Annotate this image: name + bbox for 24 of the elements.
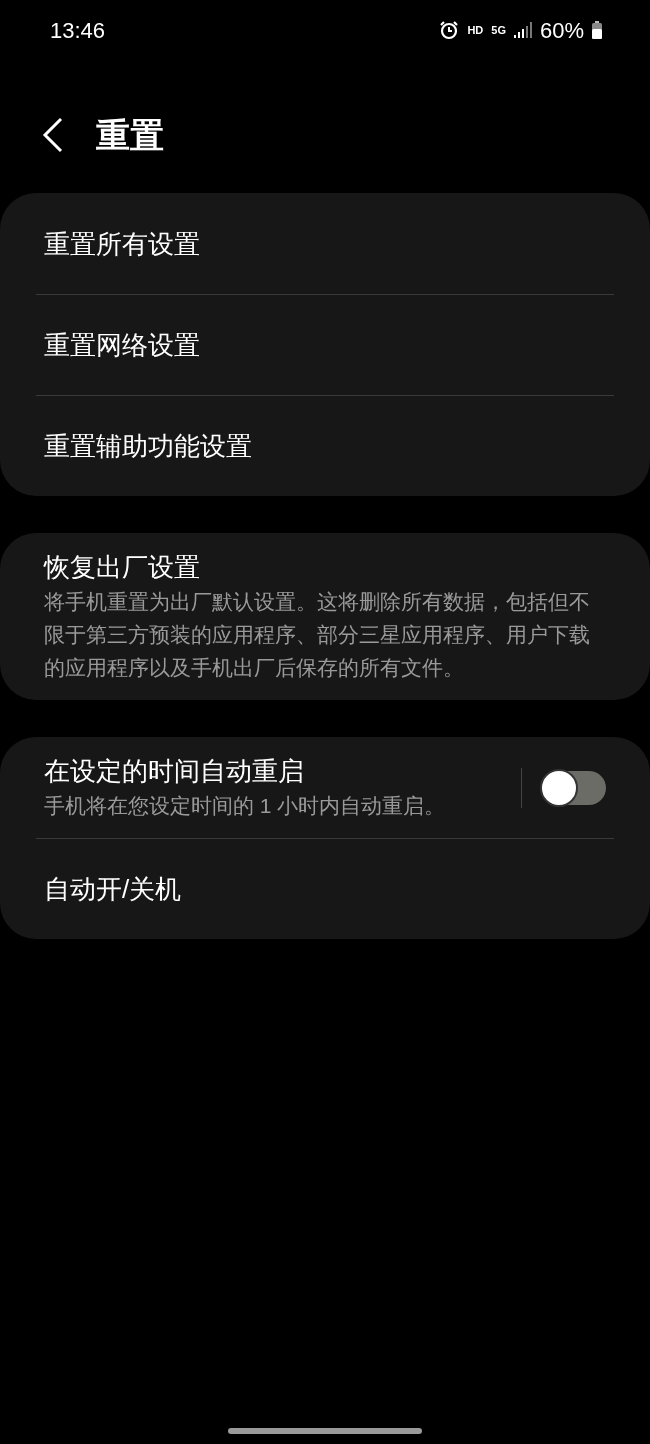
settings-row[interactable]: 重置网络设置: [36, 294, 614, 395]
network-indicator: 5G: [491, 24, 506, 36]
back-icon[interactable]: [42, 117, 64, 153]
battery-icon: [592, 21, 602, 39]
row-title: 自动开/关机: [44, 873, 183, 906]
row-title: 重置辅助功能设置: [44, 430, 253, 463]
settings-row[interactable]: 自动开/关机: [36, 838, 614, 939]
row-title: 在设定的时间自动重启: [44, 755, 305, 788]
alarm-icon: [439, 20, 460, 40]
network-indicator: HD: [467, 24, 484, 36]
row-title: 重置网络设置: [44, 329, 201, 362]
signal-icon: [513, 22, 532, 38]
settings-row[interactable]: 重置辅助功能设置: [36, 395, 614, 496]
row-title: 重置所有设置: [44, 227, 201, 261]
settings-row[interactable]: 在设定的时间自动重启 手机将在您设定时间的 1 小时内自动重启。: [36, 737, 614, 838]
settings-row[interactable]: 重置所有设置: [36, 193, 614, 294]
page-title: 重置: [96, 114, 164, 156]
battery-percent: 60%: [539, 16, 584, 45]
settings-row[interactable]: 恢复出厂设置 将手机重置为出厂默认设置。这将删除所有数据，包括但不限于第三方预装的应用程序、部分三星应用程序、用户下载的应用程序以及手机出厂后保存的所有文件。: [36, 533, 614, 700]
row-description: 手机将在您设定时间的 1 小时内自动重启。: [44, 793, 447, 819]
row-description: 将手机重置为出厂默认设置。这将删除所有数据，包括但不限于第三方预装的应用程序、部分三星应用程序、用户下载的应用程序以及手机出厂后保存的所有文件。: [44, 589, 591, 681]
row-title: 恢复出厂设置: [44, 551, 201, 584]
toggle-switch[interactable]: [542, 770, 606, 805]
clock: 13:46: [50, 16, 106, 45]
